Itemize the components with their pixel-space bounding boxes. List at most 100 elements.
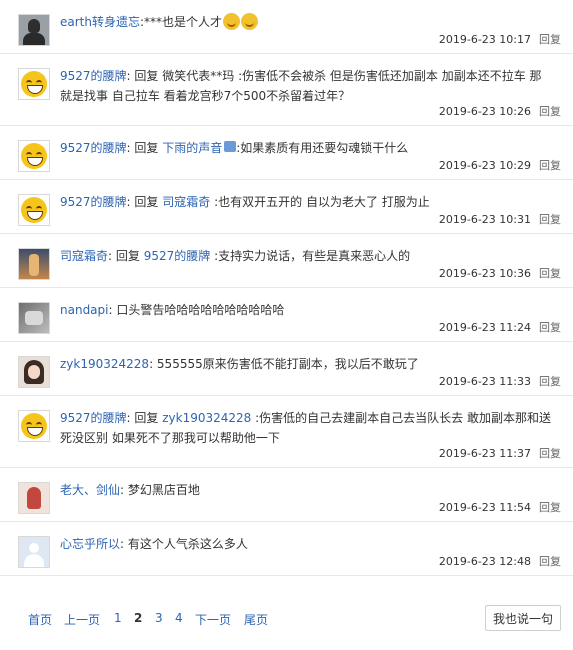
username-link[interactable]: 9527的腰牌 xyxy=(60,69,127,83)
comment-text: nandapi: 口头警告哈哈哈哈哈哈哈哈哈哈 xyxy=(60,303,285,317)
page-link-4[interactable]: 4 xyxy=(175,611,183,625)
username-link[interactable]: 9527的腰牌 xyxy=(60,411,127,425)
username-link[interactable]: 9527的腰牌 xyxy=(60,195,127,209)
reply-link[interactable]: 回复 xyxy=(539,105,561,118)
comment-content: 梦幻黑店百地 xyxy=(127,483,200,497)
username-link[interactable]: nandapi xyxy=(60,303,109,317)
reply-prefix: 回复 xyxy=(115,249,140,263)
comment-item: 9527的腰牌: 回复 下雨的声音:如果素质有用还要勾魂锁干什么 2019-6-… xyxy=(0,126,573,180)
comment-meta: 2019-6-23 10:36 回复 xyxy=(439,265,561,281)
comment-content: ***也是个人才 xyxy=(144,15,223,29)
comment-time: 2019-6-23 11:33 xyxy=(438,375,531,388)
user-avatar[interactable] xyxy=(18,194,50,226)
post-comment-button[interactable]: 我也说一句 xyxy=(485,605,561,631)
comment-meta: 2019-6-23 10:31 回复 xyxy=(439,211,561,227)
reply-link[interactable]: 回复 xyxy=(539,33,561,46)
reply-link[interactable]: 回复 xyxy=(539,159,561,172)
comment-time: 2019-6-23 11:24 xyxy=(438,321,531,334)
comment-text: zyk190324228: 555555原来伤害低不能打副本，我以后不敢玩了 xyxy=(60,357,419,371)
reply-prefix: 回复 xyxy=(134,195,159,209)
username-link[interactable]: 心忘乎所以 xyxy=(60,537,120,551)
pagination: 首页 上一页 1 2 3 4 下一页 尾页 我也说一句 xyxy=(0,603,573,643)
member-badge-icon xyxy=(224,141,237,152)
comment-meta: 2019-6-23 11:37 回复 xyxy=(439,445,561,461)
comment-text: 9527的腰牌: 回复 微笑代表**玛 :伤害低不会被杀 但是伤害低还加副本 加… xyxy=(60,69,542,103)
next-page-link[interactable]: 下一页 xyxy=(195,611,231,628)
reply-link[interactable]: 回复 xyxy=(539,375,561,388)
comment-item: nandapi: 口头警告哈哈哈哈哈哈哈哈哈哈 2019-6-23 11:24 回… xyxy=(0,288,573,342)
comment-meta: 2019-6-23 11:24 回复 xyxy=(439,319,561,335)
comment-text: 心忘乎所以: 有这个人气杀这么多人 xyxy=(60,537,248,551)
reply-prefix: 回复 微笑代表**玛 xyxy=(134,69,235,83)
user-avatar[interactable] xyxy=(18,482,50,514)
comment-item: earth转身遗忘:***也是个人才 2019-6-23 10:17 回复 xyxy=(0,0,573,54)
comment-time: 2019-6-23 12:48 xyxy=(438,555,531,568)
reply-target-link[interactable]: 司寇霜奇 xyxy=(162,195,210,209)
comment-item: 9527的腰牌: 回复 司寇霜奇 :也有双开五开的 自以为老大了 打服为止 20… xyxy=(0,180,573,234)
comment-time: 2019-6-23 10:36 xyxy=(438,267,531,280)
comment-time: 2019-6-23 10:26 xyxy=(438,105,531,118)
comment-content: :如果素质有用还要勾魂锁干什么 xyxy=(236,141,409,155)
user-avatar[interactable] xyxy=(18,302,50,334)
comment-text: 9527的腰牌: 回复 司寇霜奇 :也有双开五开的 自以为老大了 打服为止 xyxy=(60,195,430,209)
comment-meta: 2019-6-23 10:29 回复 xyxy=(439,157,561,173)
reply-link[interactable]: 回复 xyxy=(539,213,561,226)
user-avatar[interactable] xyxy=(18,536,50,568)
reply-link[interactable]: 回复 xyxy=(539,321,561,334)
reply-prefix: 回复 xyxy=(134,411,159,425)
comment-meta: 2019-6-23 10:17 回复 xyxy=(439,31,561,47)
comment-item: 心忘乎所以: 有这个人气杀这么多人 2019-6-23 12:48 回复 xyxy=(0,522,573,576)
reply-link[interactable]: 回复 xyxy=(539,501,561,514)
current-page: 2 xyxy=(134,611,143,625)
reply-target-link[interactable]: 9527的腰牌 xyxy=(144,249,211,263)
user-avatar[interactable] xyxy=(18,410,50,442)
comment-content: 555555原来伤害低不能打副本，我以后不敢玩了 xyxy=(156,357,419,371)
reply-link[interactable]: 回复 xyxy=(539,267,561,280)
comment-content: :伤害低不会被杀 但是伤害低还加副本 加副本还不拉车 那就是找事 自己拉车 看着… xyxy=(60,69,542,103)
username-link[interactable]: 老大、剑仙 xyxy=(60,483,120,497)
comment-text: 司寇霜奇: 回复 9527的腰牌 :支持实力说话，有些是真来恶心人的 xyxy=(60,249,411,263)
comment-item: 9527的腰牌: 回复 zyk190324228 :伤害低的自己去建副本自己去当… xyxy=(0,396,573,468)
first-page-link[interactable]: 首页 xyxy=(28,611,52,628)
page-link-1[interactable]: 1 xyxy=(114,611,122,625)
comment-text: 老大、剑仙: 梦幻黑店百地 xyxy=(60,483,200,497)
comment-meta: 2019-6-23 12:48 回复 xyxy=(439,553,561,569)
comment-meta: 2019-6-23 11:33 回复 xyxy=(439,373,561,389)
comment-content: :支持实力说话，有些是真来恶心人的 xyxy=(214,249,411,263)
reply-link[interactable]: 回复 xyxy=(539,447,561,460)
comment-item: zyk190324228: 555555原来伤害低不能打副本，我以后不敢玩了 2… xyxy=(0,342,573,396)
user-avatar[interactable] xyxy=(18,140,50,172)
comment-meta: 2019-6-23 11:54 回复 xyxy=(439,499,561,515)
comment-content: :也有双开五开的 自以为老大了 打服为止 xyxy=(214,195,430,209)
reply-link[interactable]: 回复 xyxy=(539,555,561,568)
comment-text: 9527的腰牌: 回复 zyk190324228 :伤害低的自己去建副本自己去当… xyxy=(60,411,552,445)
last-page-link[interactable]: 尾页 xyxy=(244,611,268,628)
reply-target-link[interactable]: 下雨的声音 xyxy=(162,141,222,155)
comment-item: 司寇霜奇: 回复 9527的腰牌 :支持实力说话，有些是真来恶心人的 2019-… xyxy=(0,234,573,288)
comment-item: 老大、剑仙: 梦幻黑店百地 2019-6-23 11:54 回复 xyxy=(0,468,573,522)
reply-prefix: 回复 xyxy=(134,141,159,155)
comment-time: 2019-6-23 11:54 xyxy=(438,501,531,514)
prev-page-link[interactable]: 上一页 xyxy=(64,611,100,628)
comment-time: 2019-6-23 10:29 xyxy=(438,159,531,172)
comment-text: earth转身遗忘:***也是个人才 xyxy=(60,12,561,32)
comment-item: 9527的腰牌: 回复 微笑代表**玛 :伤害低不会被杀 但是伤害低还加副本 加… xyxy=(0,54,573,126)
comment-list: earth转身遗忘:***也是个人才 2019-6-23 10:17 回复 952… xyxy=(0,0,573,576)
angry-emoji-icon xyxy=(241,13,259,30)
comment-text: 9527的腰牌: 回复 下雨的声音:如果素质有用还要勾魂锁干什么 xyxy=(60,141,409,155)
comment-time: 2019-6-23 10:17 xyxy=(438,33,531,46)
user-avatar[interactable] xyxy=(18,248,50,280)
reply-target-link[interactable]: zyk190324228 xyxy=(162,411,251,425)
username-link[interactable]: 9527的腰牌 xyxy=(60,141,127,155)
username-link[interactable]: 司寇霜奇 xyxy=(60,249,108,263)
comment-content: 有这个人气杀这么多人 xyxy=(127,537,248,551)
comment-content: 口头警告哈哈哈哈哈哈哈哈哈哈 xyxy=(116,303,285,317)
user-avatar[interactable] xyxy=(18,14,50,46)
user-avatar[interactable] xyxy=(18,356,50,388)
comment-meta: 2019-6-23 10:26 回复 xyxy=(439,103,561,119)
username-link[interactable]: zyk190324228 xyxy=(60,357,149,371)
username-link[interactable]: earth转身遗忘 xyxy=(60,15,140,29)
comment-time: 2019-6-23 11:37 xyxy=(438,447,531,460)
user-avatar[interactable] xyxy=(18,68,50,100)
page-link-3[interactable]: 3 xyxy=(155,611,163,625)
